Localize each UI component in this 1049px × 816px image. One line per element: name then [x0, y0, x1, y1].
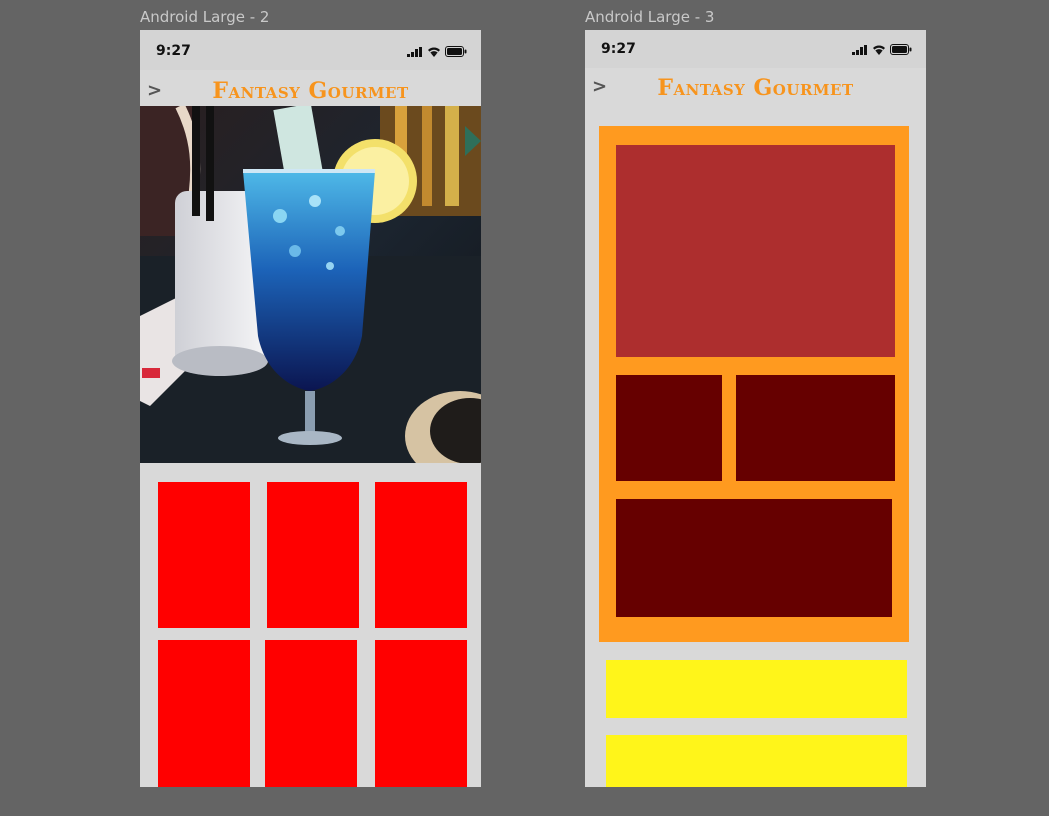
wifi-icon — [428, 47, 440, 57]
android-large-2-frame: 9:27 > Fantasy Gourmet — [140, 30, 481, 787]
status-bar: 9:27 — [140, 30, 481, 70]
status-bar: 9:27 — [585, 30, 926, 68]
status-time: 9:27 — [156, 43, 191, 59]
app-bar: > Fantasy Gourmet — [585, 72, 926, 108]
signal-icon — [407, 47, 422, 57]
battery-icon — [890, 44, 912, 55]
status-time: 9:27 — [601, 41, 636, 57]
brand-title: Fantasy Gourmet — [212, 78, 409, 104]
signal-icon — [852, 45, 867, 55]
cocktail-photo — [140, 106, 481, 463]
frame-label: Android Large - 2 — [140, 8, 270, 26]
category-tile[interactable] — [265, 640, 357, 787]
android-large-3-frame: 9:27 > Fantasy Gourmet — [585, 30, 926, 787]
wifi-icon — [873, 45, 885, 55]
sub-block-left[interactable] — [616, 375, 722, 481]
category-tile[interactable] — [158, 482, 250, 628]
status-icons — [852, 43, 912, 55]
status-icons — [407, 45, 467, 57]
category-tile[interactable] — [158, 640, 250, 787]
category-tile[interactable] — [375, 640, 467, 787]
app-bar: > Fantasy Gourmet — [140, 74, 481, 110]
list-bar[interactable] — [606, 735, 907, 787]
sub-block-right[interactable] — [736, 375, 895, 481]
wide-block[interactable] — [616, 499, 892, 617]
hero-block[interactable] — [616, 145, 895, 357]
category-tile[interactable] — [375, 482, 467, 628]
brand-title: Fantasy Gourmet — [657, 75, 854, 101]
battery-icon — [445, 46, 467, 57]
list-bar[interactable] — [606, 660, 907, 718]
frame-label: Android Large - 3 — [585, 8, 715, 26]
category-tile[interactable] — [267, 482, 359, 628]
